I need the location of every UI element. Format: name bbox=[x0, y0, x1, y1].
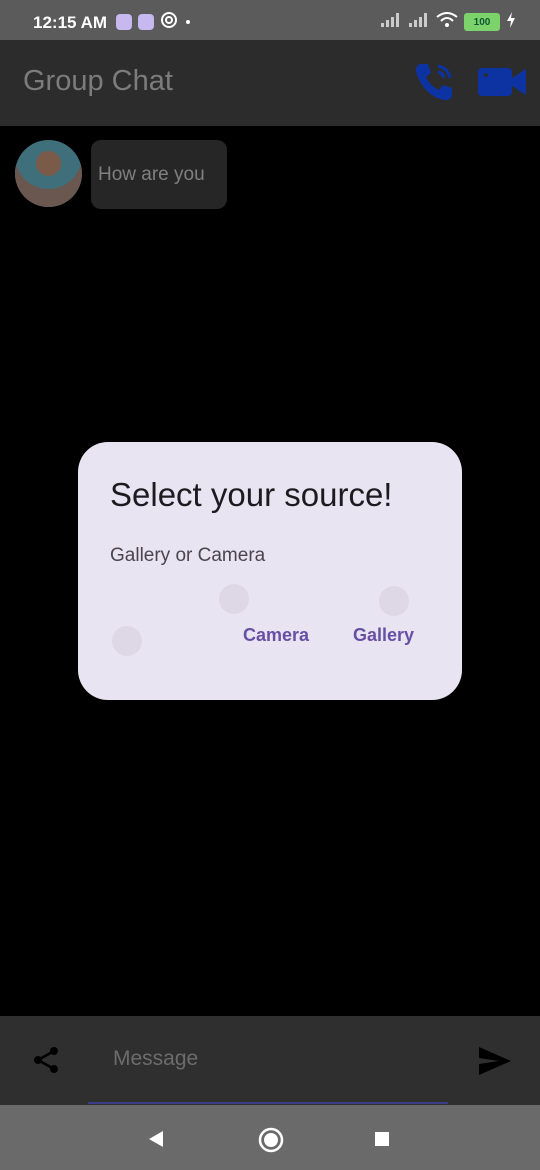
camera-button[interactable]: Camera bbox=[243, 625, 309, 646]
ripple-circle bbox=[112, 626, 142, 656]
video-call-button[interactable] bbox=[476, 58, 528, 106]
dot-icon bbox=[184, 13, 192, 31]
signal-icon bbox=[408, 12, 430, 33]
share-button[interactable] bbox=[30, 1044, 62, 1076]
battery-icon: 100 bbox=[464, 13, 500, 31]
status-system-icons: 100 bbox=[380, 11, 516, 33]
recents-button[interactable] bbox=[374, 1131, 390, 1152]
ripple-circle bbox=[219, 584, 249, 614]
message-input[interactable] bbox=[101, 1036, 485, 1082]
share-icon bbox=[34, 1047, 58, 1073]
status-notification-icons bbox=[116, 11, 192, 34]
gallery-button[interactable]: Gallery bbox=[353, 625, 414, 646]
recents-icon bbox=[375, 1132, 389, 1146]
send-button[interactable] bbox=[475, 1041, 515, 1081]
voice-call-icon bbox=[415, 64, 452, 101]
home-button[interactable] bbox=[258, 1127, 284, 1158]
app-icon-1 bbox=[116, 14, 132, 30]
app-bar-actions bbox=[408, 58, 528, 106]
avatar[interactable] bbox=[15, 140, 82, 207]
back-icon bbox=[149, 1131, 163, 1147]
system-nav-bar bbox=[0, 1105, 540, 1170]
app-icon-2 bbox=[138, 14, 154, 30]
page-title: Group Chat bbox=[23, 65, 173, 97]
message-bubble: How are you bbox=[91, 140, 227, 209]
source-dialog: Select your source! Gallery or Camera Ca… bbox=[78, 442, 462, 700]
dialog-message: Gallery or Camera bbox=[110, 545, 266, 566]
status-time: 12:15 AM bbox=[33, 13, 108, 32]
dialog-title: Select your source! bbox=[110, 476, 393, 513]
ripple-circle bbox=[379, 586, 409, 616]
message-input-bar bbox=[0, 1016, 540, 1105]
back-button[interactable] bbox=[146, 1129, 166, 1154]
at-icon bbox=[160, 11, 178, 34]
voice-call-button[interactable] bbox=[408, 58, 460, 106]
wifi-icon bbox=[436, 11, 458, 33]
charging-icon bbox=[506, 11, 516, 33]
home-icon bbox=[258, 1127, 284, 1153]
input-underline bbox=[88, 1102, 448, 1104]
app-bar: Group Chat bbox=[0, 40, 540, 126]
video-call-icon bbox=[478, 68, 526, 96]
send-icon bbox=[479, 1047, 511, 1075]
signal-icon bbox=[380, 12, 402, 33]
status-bar: 12:15 AM 100 bbox=[0, 0, 540, 40]
